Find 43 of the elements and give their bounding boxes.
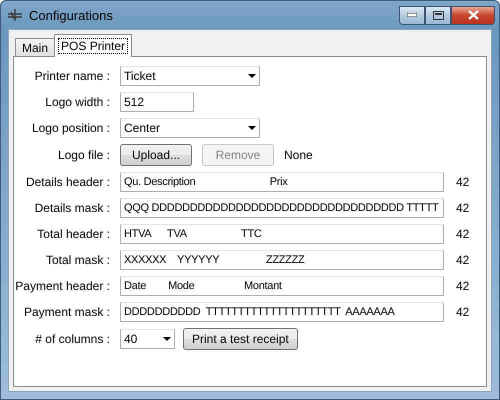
field-label: Logo width : [44, 95, 110, 109]
dropdown-field[interactable]: Center [120, 118, 260, 138]
field-label: Details header : [24, 175, 110, 189]
character-count: 42 [456, 253, 470, 267]
minimize-icon [407, 13, 417, 17]
maximize-button[interactable] [425, 6, 451, 24]
character-count: 42 [456, 279, 470, 293]
close-button[interactable] [451, 6, 495, 24]
tab[interactable]: Main [15, 38, 56, 57]
character-count: 42 [456, 305, 470, 319]
text-field[interactable]: XXXXXX YYYYYY ZZZZZZ [120, 250, 444, 270]
text-field[interactable]: QQQ DDDDDDDDDDDDDDDDDDDDDDDDDDDDDDDDD TTTTT [120, 198, 444, 218]
text-field[interactable]: HTVA TVA TTC [120, 224, 444, 244]
text-field[interactable]: 512 [120, 92, 194, 112]
field-label: Total header : [36, 227, 110, 241]
file-status: None [284, 148, 313, 162]
field-label: # of columns : [34, 332, 110, 346]
dropdown-arrow-icon [163, 337, 171, 341]
field-label: Payment header : [14, 279, 110, 293]
print-test-button[interactable]: Print a test receipt [183, 328, 298, 350]
app-icon [7, 8, 23, 22]
text-field[interactable]: Date Mode Montant [120, 276, 444, 296]
character-count: 42 [456, 201, 470, 215]
dropdown-field[interactable]: 40 [120, 329, 175, 349]
character-count: 42 [456, 175, 470, 189]
window-title: Configurations [29, 8, 114, 22]
upload-button[interactable]: Upload... [120, 144, 192, 166]
close-icon [468, 10, 478, 20]
character-count: 42 [456, 227, 470, 241]
field-label: Payment mask : [22, 305, 110, 319]
field-label: Total mask : [44, 253, 110, 267]
field-label: Logo position : [30, 121, 110, 135]
dropdown-field[interactable]: Ticket [120, 66, 260, 86]
dropdown-arrow-icon [248, 74, 256, 78]
field-label: Details mask : [34, 201, 110, 215]
minimize-button[interactable] [399, 6, 425, 24]
field-label: Logo file : [56, 148, 110, 162]
maximize-icon [432, 10, 444, 20]
text-field[interactable]: DDDDDDDDDD TTTTTTTTTTTTTTTTTTTTT AAAAAAA [120, 302, 444, 322]
field-label: Printer name : [34, 69, 110, 83]
tab[interactable]: POS Printer [54, 34, 132, 57]
dropdown-arrow-icon [248, 126, 256, 130]
text-field[interactable]: Qu. Description Prix [120, 172, 444, 192]
